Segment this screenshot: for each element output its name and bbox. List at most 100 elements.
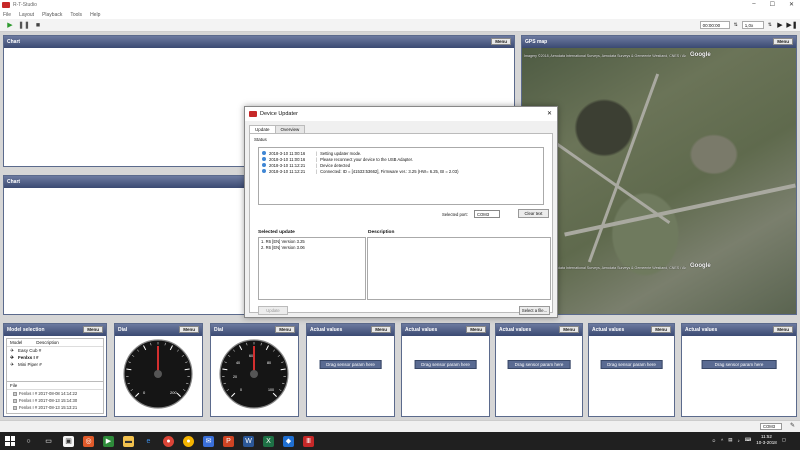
menu-layout[interactable]: Layout	[19, 12, 34, 18]
gps-menu-button[interactable]: Menu	[773, 38, 793, 45]
word-icon[interactable]: W	[243, 435, 254, 447]
actual-values-menu-button[interactable]: Menu	[466, 326, 486, 333]
dialog-titlebar: Device Updater ✕	[245, 107, 557, 121]
actual-values-menu-button[interactable]: Menu	[371, 326, 391, 333]
record-icon[interactable]: ■	[34, 21, 42, 29]
rt-studio-task-icon[interactable]: Ⅲ	[303, 435, 314, 447]
dial-title: Dial	[214, 327, 224, 333]
chrome-icon[interactable]: ●	[163, 435, 174, 447]
maximize-icon[interactable]: ☐	[770, 1, 775, 8]
list-item[interactable]: Fenlxs I # 2017-08-13 15:14:30	[7, 397, 103, 404]
edge-icon[interactable]: e	[143, 436, 154, 447]
dial-tick-label: 0	[240, 388, 242, 392]
select-file-button[interactable]: Select a file...	[519, 306, 550, 315]
settings-wrench-icon[interactable]: ✎	[790, 422, 795, 429]
actual-values-panel: Actual values Menu Drag sensor param here	[495, 323, 583, 417]
app-green-icon[interactable]: ▶	[103, 435, 114, 447]
close-icon[interactable]: ✕	[789, 1, 794, 8]
file-icon	[13, 398, 17, 403]
dial-gauge: 0 200	[123, 339, 193, 409]
update-list[interactable]: 1. R6 [EN] Version 3.25 2. R6 [EN] Versi…	[258, 237, 366, 300]
actual-values-panel: Actual values Menu Drag sensor param here	[681, 323, 797, 417]
model-list[interactable]: Model Description ✈ Easy Cub # ✈ Fenlxs I …	[6, 338, 104, 382]
speed-select[interactable]: 1,0x	[741, 21, 764, 29]
file-list-header: File	[7, 382, 103, 390]
app-red-icon[interactable]: ◎	[83, 435, 94, 447]
file-list[interactable]: File Fenlxs I # 2017-08-08 14:14:22 Fenl…	[6, 381, 104, 414]
satellite-map[interactable]: Google Imagery ©2018, Aerodata Internati…	[521, 48, 796, 314]
status-log[interactable]: 2018-3-10 11:00:16 | Setting updater mode.…	[258, 147, 544, 205]
helicopter-icon: ✈	[10, 347, 15, 354]
menu-file[interactable]: File	[3, 12, 11, 18]
menu-playback[interactable]: Playback	[42, 12, 62, 18]
actual-values-menu-button[interactable]: Menu	[559, 326, 579, 333]
helicopter-icon: ✈	[10, 361, 15, 368]
clear-text-button[interactable]: Clear text	[518, 209, 549, 218]
mail-icon[interactable]: ✉	[203, 435, 214, 447]
dial-menu-button[interactable]: Menu	[275, 326, 295, 333]
drag-sensor-button[interactable]: Drag sensor param here	[600, 360, 663, 369]
app-blue-icon[interactable]: ◆	[283, 435, 294, 447]
folder-icon[interactable]: ▬	[123, 435, 134, 447]
dial-tick-label: 80	[267, 361, 271, 365]
list-item[interactable]: Fenlxs I # 2017-08-08 14:14:22	[7, 390, 103, 397]
minimize-icon[interactable]: –	[752, 1, 755, 8]
dial-tick-label: 60	[249, 354, 253, 358]
clock[interactable]: 11:52 10-3-2018	[756, 434, 777, 446]
list-item[interactable]: ✈ Easy Cub #	[7, 347, 103, 354]
model-list-header: Model Description	[7, 339, 103, 347]
actual-values-panel: Actual values Menu Drag sensor param here	[401, 323, 490, 417]
port-select[interactable]: COM3	[474, 210, 500, 218]
network-icon[interactable]: ▤	[728, 437, 732, 443]
actual-values-header: Actual values Menu	[402, 324, 489, 336]
statusbar: COM3 ✎	[0, 420, 800, 432]
dial-gauge: 0 20 40 60 80 100	[219, 339, 289, 409]
search-icon[interactable]: ○	[23, 436, 34, 447]
chrome-alt-icon[interactable]: ●	[183, 435, 194, 447]
list-item[interactable]: Fenlxs I # 2017-08-13 15:13:21	[7, 404, 103, 411]
step-icon[interactable]: ⇅	[734, 22, 738, 28]
powerpoint-icon[interactable]: P	[223, 435, 234, 447]
play-right-icon[interactable]: ▶	[776, 21, 784, 29]
speed-stepper-icon[interactable]: ⇅	[768, 22, 772, 28]
pause-icon[interactable]: ❚❚	[18, 21, 30, 29]
excel-icon[interactable]: X	[263, 435, 274, 447]
clock-date: 10-3-2018	[756, 440, 777, 445]
drag-sensor-button[interactable]: Drag sensor param here	[507, 360, 571, 369]
actual-values-menu-button[interactable]: Menu	[773, 326, 793, 333]
drag-sensor-button[interactable]: Drag sensor param here	[701, 360, 777, 369]
volume-icon[interactable]: ♪	[737, 438, 739, 443]
dial-title: Dial	[118, 327, 128, 333]
drag-sensor-button[interactable]: Drag sensor param here	[414, 360, 477, 369]
list-item[interactable]: ✈ Fenlxs I #	[7, 354, 103, 361]
drag-sensor-button[interactable]: Drag sensor param here	[319, 360, 382, 369]
dial-header: Dial Menu	[211, 324, 298, 336]
dial-header: Dial Menu	[115, 324, 202, 336]
chart-menu-button[interactable]: Menu	[491, 38, 511, 45]
file-icon	[13, 391, 17, 396]
notification-icon[interactable]: ▢	[782, 437, 786, 443]
people-icon[interactable]: ☺	[711, 438, 716, 443]
list-item[interactable]: ✈ Mini Piper #	[7, 361, 103, 368]
play-icon[interactable]: ▶	[6, 21, 14, 29]
actual-values-panel: Actual values Menu Drag sensor param here	[306, 323, 395, 417]
dial-menu-button[interactable]: Menu	[179, 326, 199, 333]
time-field[interactable]: 00:00:00	[699, 21, 730, 29]
update-button[interactable]: Update	[258, 306, 288, 315]
keyboard-icon[interactable]: ⌨	[745, 437, 752, 443]
store-icon[interactable]: ▣	[63, 435, 74, 447]
list-item[interactable]: 2. R6 [EN] Version 3.06	[261, 245, 363, 251]
chevron-up-icon[interactable]: ^	[721, 438, 723, 443]
task-view-icon[interactable]: ▭	[43, 436, 54, 447]
close-icon[interactable]: ✕	[547, 110, 552, 117]
menu-tools[interactable]: Tools	[70, 12, 82, 18]
dial-hub	[154, 370, 162, 378]
menu-help[interactable]: Help	[90, 12, 100, 18]
windows-start-icon[interactable]	[5, 436, 15, 446]
com-port-select[interactable]: COM3	[760, 423, 782, 430]
actual-values-menu-button[interactable]: Menu	[651, 326, 671, 333]
dial-panel-1: Dial Menu 0 200	[114, 323, 203, 417]
model-selection-header: Model selection Menu	[4, 324, 106, 336]
skip-end-icon[interactable]: ▶❚	[786, 21, 797, 29]
model-menu-button[interactable]: Menu	[83, 326, 103, 333]
